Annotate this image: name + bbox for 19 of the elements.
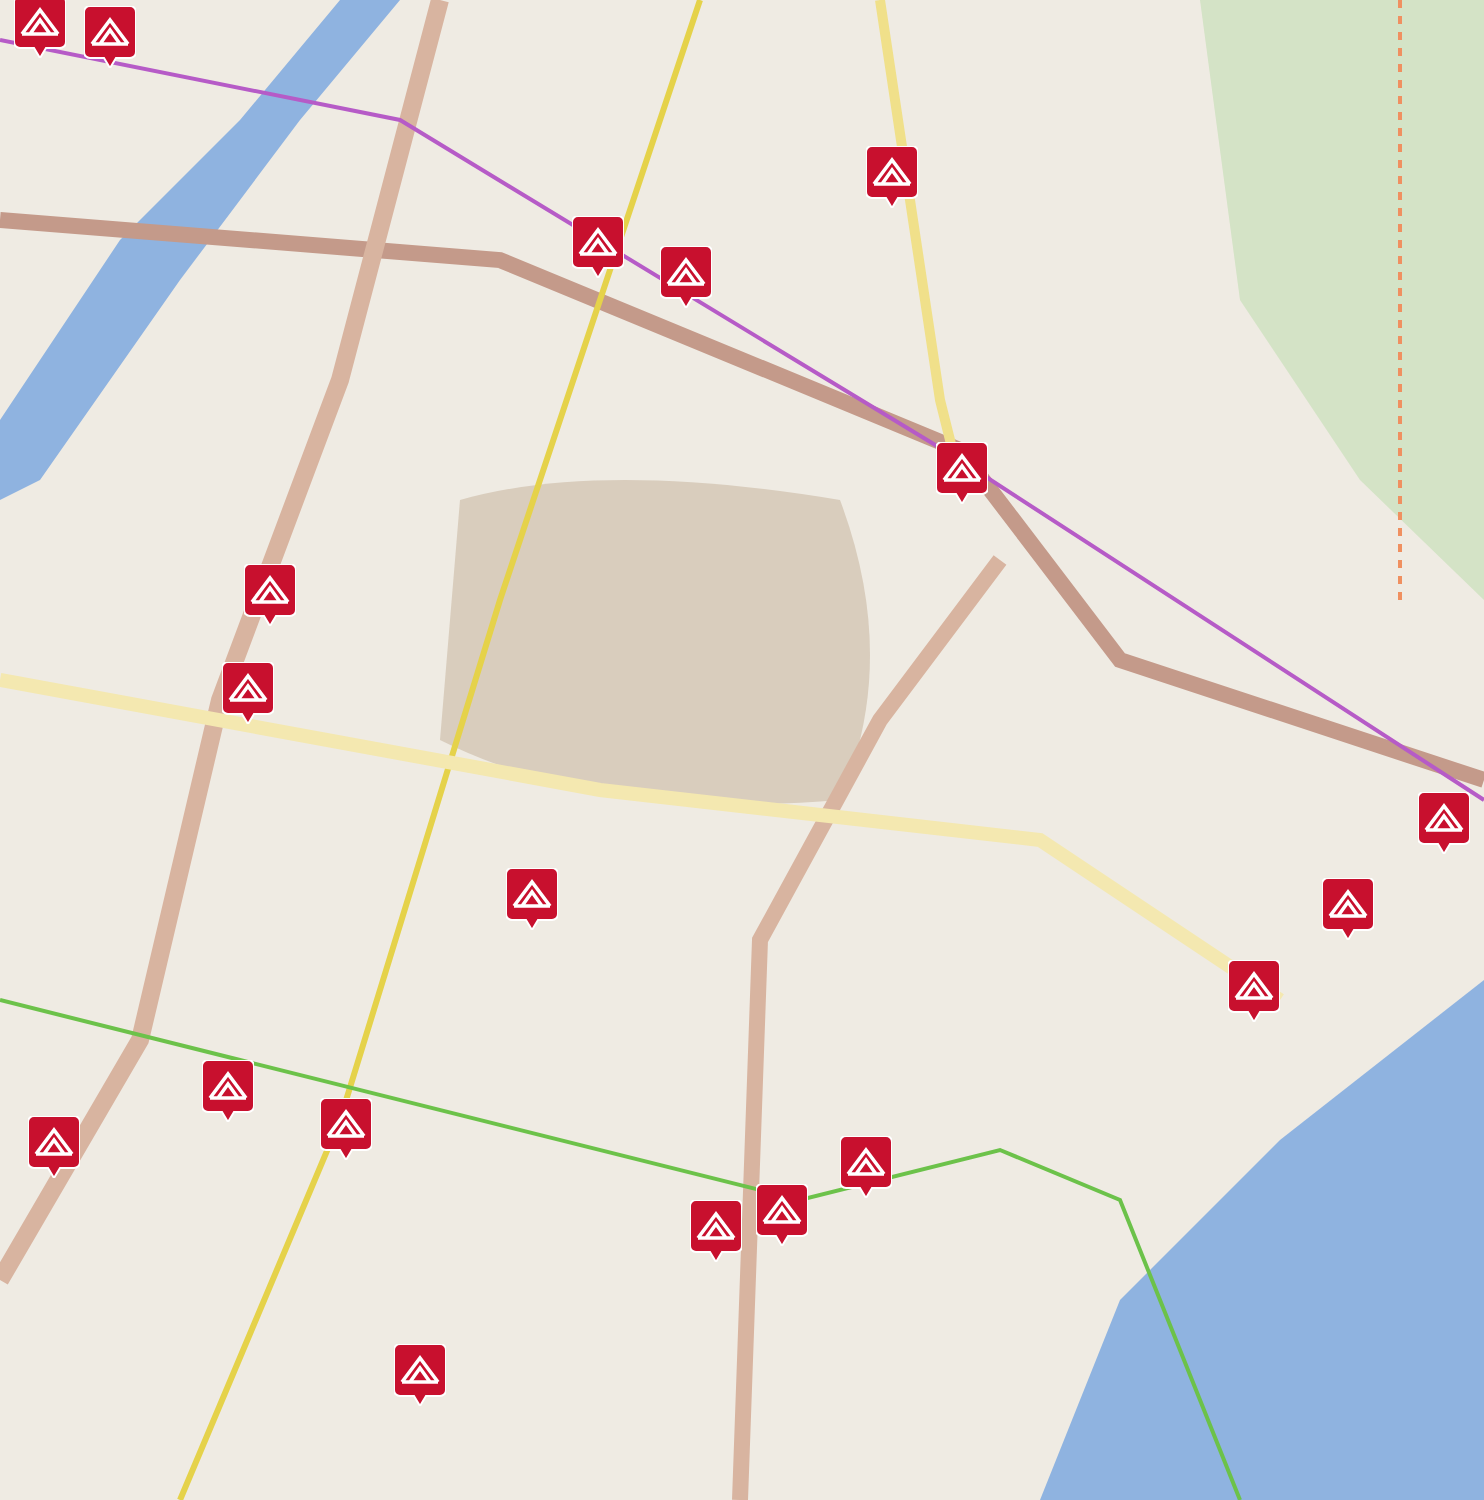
tent-map-pin-icon[interactable]: [690, 1200, 742, 1262]
tent-map-pin-icon[interactable]: [1322, 878, 1374, 940]
tent-map-pin-icon[interactable]: [572, 216, 624, 278]
tent-map-pin-icon[interactable]: [1228, 960, 1280, 1022]
tent-map-pin-icon[interactable]: [936, 442, 988, 504]
tent-map-pin-icon[interactable]: [394, 1344, 446, 1406]
tent-map-pin-icon[interactable]: [1418, 792, 1470, 854]
tent-map-pin-icon[interactable]: [660, 246, 712, 308]
tent-map-pin-icon[interactable]: [320, 1098, 372, 1160]
tent-map-pin-icon[interactable]: [222, 662, 274, 724]
tent-map-pin-icon[interactable]: [756, 1184, 808, 1246]
tent-map-pin-icon[interactable]: [202, 1060, 254, 1122]
tent-map-pin-icon[interactable]: [866, 146, 918, 208]
tent-map-pin-icon[interactable]: [506, 868, 558, 930]
tent-map-pin-icon[interactable]: [244, 564, 296, 626]
tent-map-pin-icon[interactable]: [840, 1136, 892, 1198]
tent-map-pin-icon[interactable]: [84, 6, 136, 68]
tent-map-pin-icon[interactable]: [28, 1116, 80, 1178]
tent-map-pin-icon[interactable]: [14, 0, 66, 58]
